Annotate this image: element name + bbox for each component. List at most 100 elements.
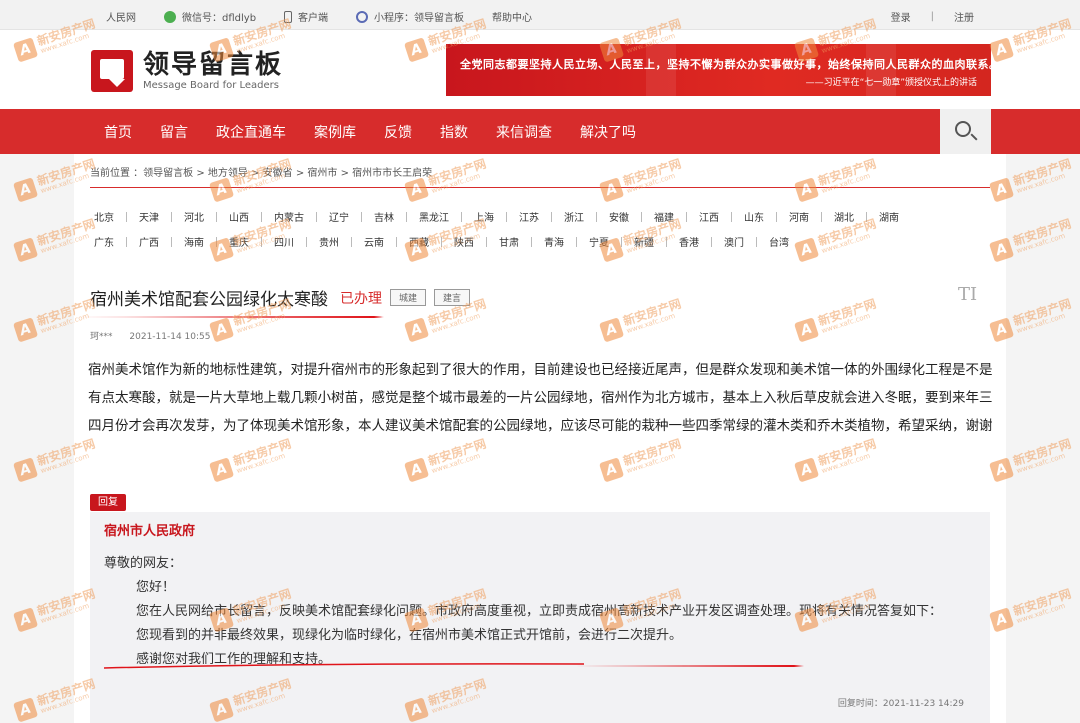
region-item[interactable]: 海南 [184, 234, 229, 249]
region-label: 新疆 [634, 238, 654, 249]
region-selector: 北京 天津 河北 山西 内蒙古 辽宁 吉林 黑龙江 上海 江苏 浙江 安徽 福建 江西 山东 河南 湖北 湖南 广… [94, 204, 974, 254]
region-item[interactable]: 河北 [184, 209, 229, 224]
nav-survey[interactable]: 来信调查 [496, 122, 552, 142]
region-item[interactable]: 新疆 [634, 234, 679, 249]
region-row: 北京 天津 河北 山西 内蒙古 辽宁 吉林 黑龙江 上海 江苏 浙江 安徽 福建 江西 山东 河南 湖北 湖南 [94, 204, 974, 229]
region-label: 云南 [364, 238, 384, 249]
miniprogram-icon [356, 10, 369, 23]
region-label: 海南 [184, 238, 204, 249]
region-label: 黑龙江 [419, 213, 449, 224]
region-item[interactable]: 香港 [679, 234, 724, 249]
client-label: 客户端 [298, 13, 329, 24]
region-item[interactable]: 重庆 [229, 234, 274, 249]
region-item[interactable]: 江西 [699, 209, 744, 224]
region-item[interactable]: 西藏 [409, 234, 454, 249]
reply-tab: 回复 [90, 494, 126, 511]
wechat-link[interactable]: 微信号：dfldlyb [164, 9, 256, 24]
watermark-name: 新安房产网 [1011, 436, 1073, 469]
region-item[interactable]: 甘肃 [499, 234, 544, 249]
region-label: 上海 [474, 213, 494, 224]
author: 珂*** [90, 332, 113, 342]
breadcrumb[interactable]: 当前位置 ：领导留言板 > 地方领导 > 安徽省 > 宿州市 > 宿州市市长王启… [90, 164, 432, 179]
nav-home[interactable]: 首页 [104, 122, 132, 142]
login-link[interactable]: 登录 [891, 9, 911, 24]
region-separator [486, 236, 487, 247]
reply-organization: 宿州市人民政府 [104, 524, 196, 539]
nav-message[interactable]: 留言 [160, 122, 188, 142]
region-row: 广东 广西 海南 重庆 四川 贵州 云南 西藏 陕西 甘肃 青海 宁夏 新疆 香港 澳门 台湾 [94, 229, 974, 254]
region-separator [306, 236, 307, 247]
header-banner[interactable]: 全党同志都要坚持人民立场、人民至上，坚持不懈为群众办实事做好事，始终保持同人民群… [446, 44, 1000, 96]
miniprogram-link[interactable]: 小程序：领导留言板 [356, 9, 464, 24]
region-label: 河北 [184, 213, 204, 224]
region-label: 河南 [789, 213, 809, 224]
region-separator [576, 236, 577, 247]
region-item[interactable]: 湖南 [879, 209, 899, 224]
region-item[interactable]: 河南 [789, 209, 834, 224]
watermark-name: 新安房产网 [1011, 586, 1073, 619]
region-label: 重庆 [229, 238, 249, 249]
region-label: 甘肃 [499, 238, 519, 249]
region-item[interactable]: 广西 [139, 234, 184, 249]
search-button[interactable] [940, 109, 991, 154]
region-label: 贵州 [319, 238, 339, 249]
region-item[interactable]: 吉林 [374, 209, 419, 224]
region-separator [821, 211, 822, 222]
region-label: 四川 [274, 238, 294, 249]
status-badge: 已办理 [340, 290, 382, 307]
region-label: 吉林 [374, 213, 394, 224]
region-item[interactable]: 北京 [94, 209, 139, 224]
register-link[interactable]: 注册 [954, 9, 974, 24]
message-title: 宿州美术馆配套公园绿化太寒酸 [90, 290, 328, 310]
region-item[interactable]: 广东 [94, 234, 139, 249]
nav-enterprise[interactable]: 政企直通车 [216, 122, 286, 142]
site-logo[interactable]: 领导留言板 Message Board for Leaders [91, 50, 283, 92]
region-item[interactable]: 贵州 [319, 234, 364, 249]
nav-index[interactable]: 指数 [440, 122, 468, 142]
watermark-url: www.xafc.com [1015, 311, 1067, 336]
region-item[interactable]: 青海 [544, 234, 589, 249]
watermark-name: 新安房产网 [1011, 296, 1073, 329]
region-item[interactable]: 上海 [474, 209, 519, 224]
region-item[interactable]: 江苏 [519, 209, 564, 224]
nav-feedback[interactable]: 反馈 [384, 122, 412, 142]
region-separator [551, 211, 552, 222]
region-item[interactable]: 浙江 [564, 209, 609, 224]
region-item[interactable]: 云南 [364, 234, 409, 249]
nav-cases[interactable]: 案例库 [314, 122, 356, 142]
region-item[interactable]: 山东 [744, 209, 789, 224]
region-label: 广西 [139, 238, 159, 249]
reply-box: 宿州市人民政府 尊敬的网友： 您好！ 您在人民网给市长留言，反映美术馆配套绿化问… [90, 512, 990, 723]
help-link[interactable]: 帮助中心 [492, 9, 532, 24]
watermark-name: 新安房产网 [1011, 216, 1073, 249]
nav-solved[interactable]: 解决了吗 [580, 122, 636, 142]
watermark-logo-icon: A [12, 177, 39, 203]
region-item[interactable]: 天津 [139, 209, 184, 224]
region-item[interactable]: 山西 [229, 209, 274, 224]
region-separator [621, 236, 622, 247]
region-item[interactable]: 黑龙江 [419, 209, 474, 224]
region-item[interactable]: 内蒙古 [274, 209, 329, 224]
tag-urban[interactable]: 城建 [390, 289, 427, 306]
reply-greeting: 尊敬的网友： [104, 556, 183, 571]
reply-hello: 您好！ [136, 580, 176, 595]
region-item[interactable]: 湖北 [834, 209, 879, 224]
region-separator [171, 211, 172, 222]
region-item[interactable]: 安徽 [609, 209, 654, 224]
region-item[interactable]: 宁夏 [589, 234, 634, 249]
region-item[interactable]: 四川 [274, 234, 319, 249]
reply-text: 尊敬的网友： 您好！ 您在人民网给市长留言，反映美术馆配套绿化问题。市政府高度重… [104, 552, 964, 672]
region-item[interactable]: 辽宁 [329, 209, 374, 224]
reply-time: 回复时间：2021-11-23 14:29 [837, 699, 964, 709]
watermark-logo-icon: A [12, 457, 39, 483]
client-link[interactable]: 客户端 [284, 9, 328, 24]
region-label: 台湾 [769, 238, 789, 249]
logo-subtitle: Message Board for Leaders [143, 80, 280, 91]
region-item[interactable]: 澳门 [724, 234, 769, 249]
banner-quote: 全党同志都要坚持人民立场、人民至上，坚持不懈为群众办实事做好事，始终保持同人民群… [460, 58, 1001, 71]
region-item[interactable]: 台湾 [769, 234, 789, 249]
tag-suggestion[interactable]: 建言 [434, 289, 471, 306]
site-link[interactable]: 人民网 [106, 9, 136, 24]
region-item[interactable]: 陕西 [454, 234, 499, 249]
region-item[interactable]: 福建 [654, 209, 699, 224]
